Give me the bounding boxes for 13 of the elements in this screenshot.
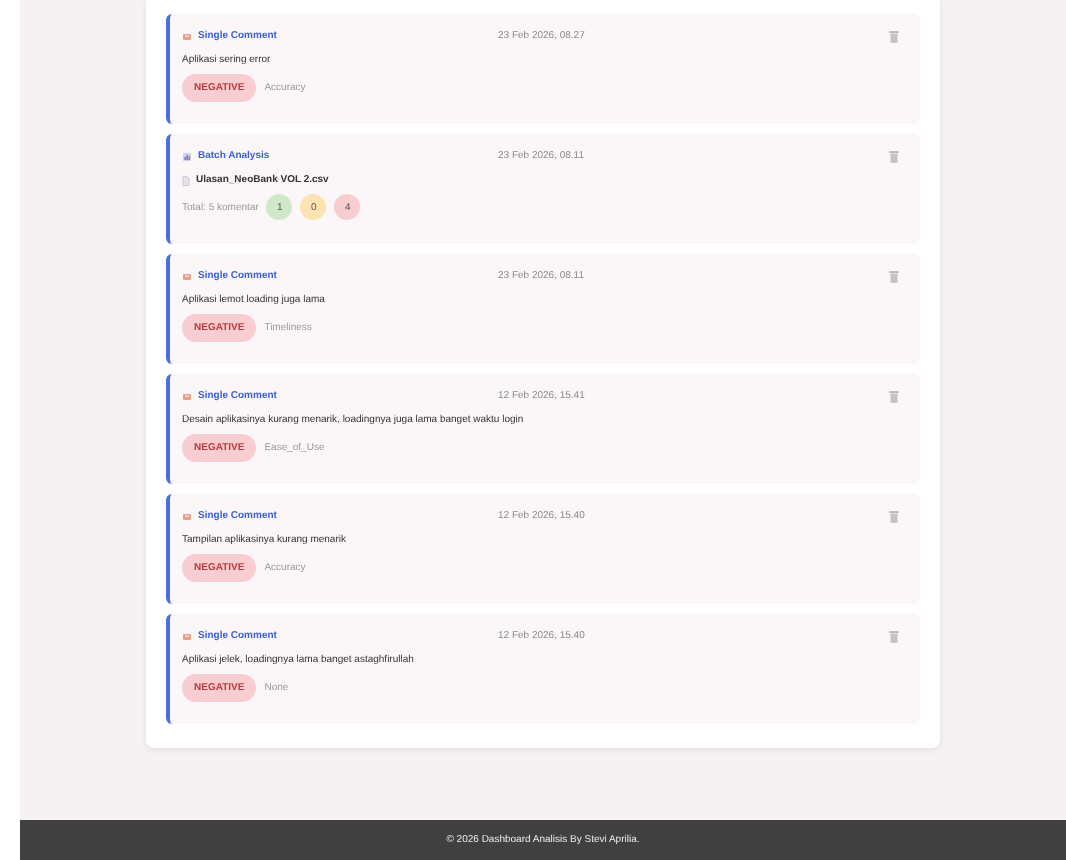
comment-icon	[182, 271, 192, 281]
comment-icon	[182, 391, 192, 401]
trash-icon[interactable]	[888, 269, 900, 283]
trash-icon[interactable]	[888, 149, 900, 163]
comment-icon	[182, 31, 192, 41]
trash-icon[interactable]	[888, 629, 900, 643]
trash-icon[interactable]	[888, 509, 900, 523]
trash-icon[interactable]	[888, 389, 900, 403]
file-icon	[182, 175, 190, 185]
comment-icon	[182, 511, 192, 521]
trash-icon[interactable]	[888, 29, 900, 43]
chart-icon	[182, 151, 192, 161]
comment-icon	[182, 631, 192, 641]
